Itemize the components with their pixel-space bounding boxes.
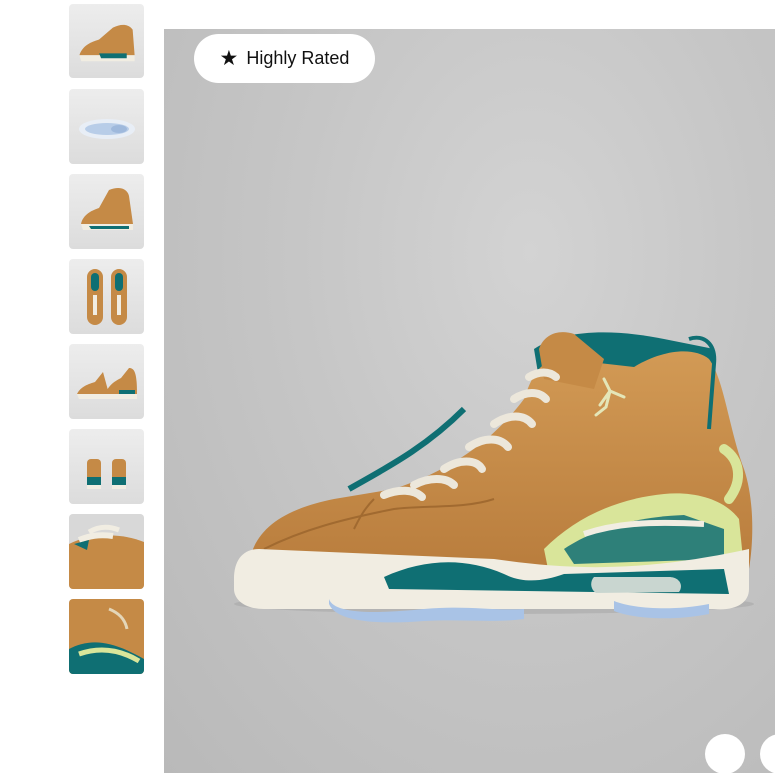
shoe-pair-thumbnail-image	[79, 24, 135, 62]
top-down-thumbnail-image	[87, 269, 127, 325]
thumbnail-6[interactable]	[69, 429, 144, 504]
front-pair-thumbnail-image	[77, 368, 137, 399]
thumbnail-7[interactable]	[69, 514, 144, 589]
carousel-prev-button[interactable]	[705, 734, 745, 774]
thumbnail-8[interactable]	[69, 599, 144, 674]
sole-thumbnail-image	[79, 119, 135, 139]
star-icon: ★	[219, 47, 239, 70]
medial-thumbnail-image	[81, 188, 133, 230]
thumbnail-4[interactable]	[69, 259, 144, 334]
highly-rated-badge: ★ Highly Rated	[194, 34, 375, 83]
detail-toe-thumbnail-image	[69, 514, 144, 589]
thumbnail-2[interactable]	[69, 89, 144, 164]
sneaker-image	[234, 332, 754, 623]
main-product-image: ★ Highly Rated	[164, 29, 775, 773]
thumbnail-3[interactable]	[69, 174, 144, 249]
thumbnail-5[interactable]	[69, 344, 144, 419]
detail-heel-thumbnail-image	[69, 599, 144, 674]
thumbnail-1[interactable]	[69, 4, 144, 78]
heel-pair-thumbnail-image	[87, 459, 126, 489]
badge-label: Highly Rated	[246, 48, 350, 68]
